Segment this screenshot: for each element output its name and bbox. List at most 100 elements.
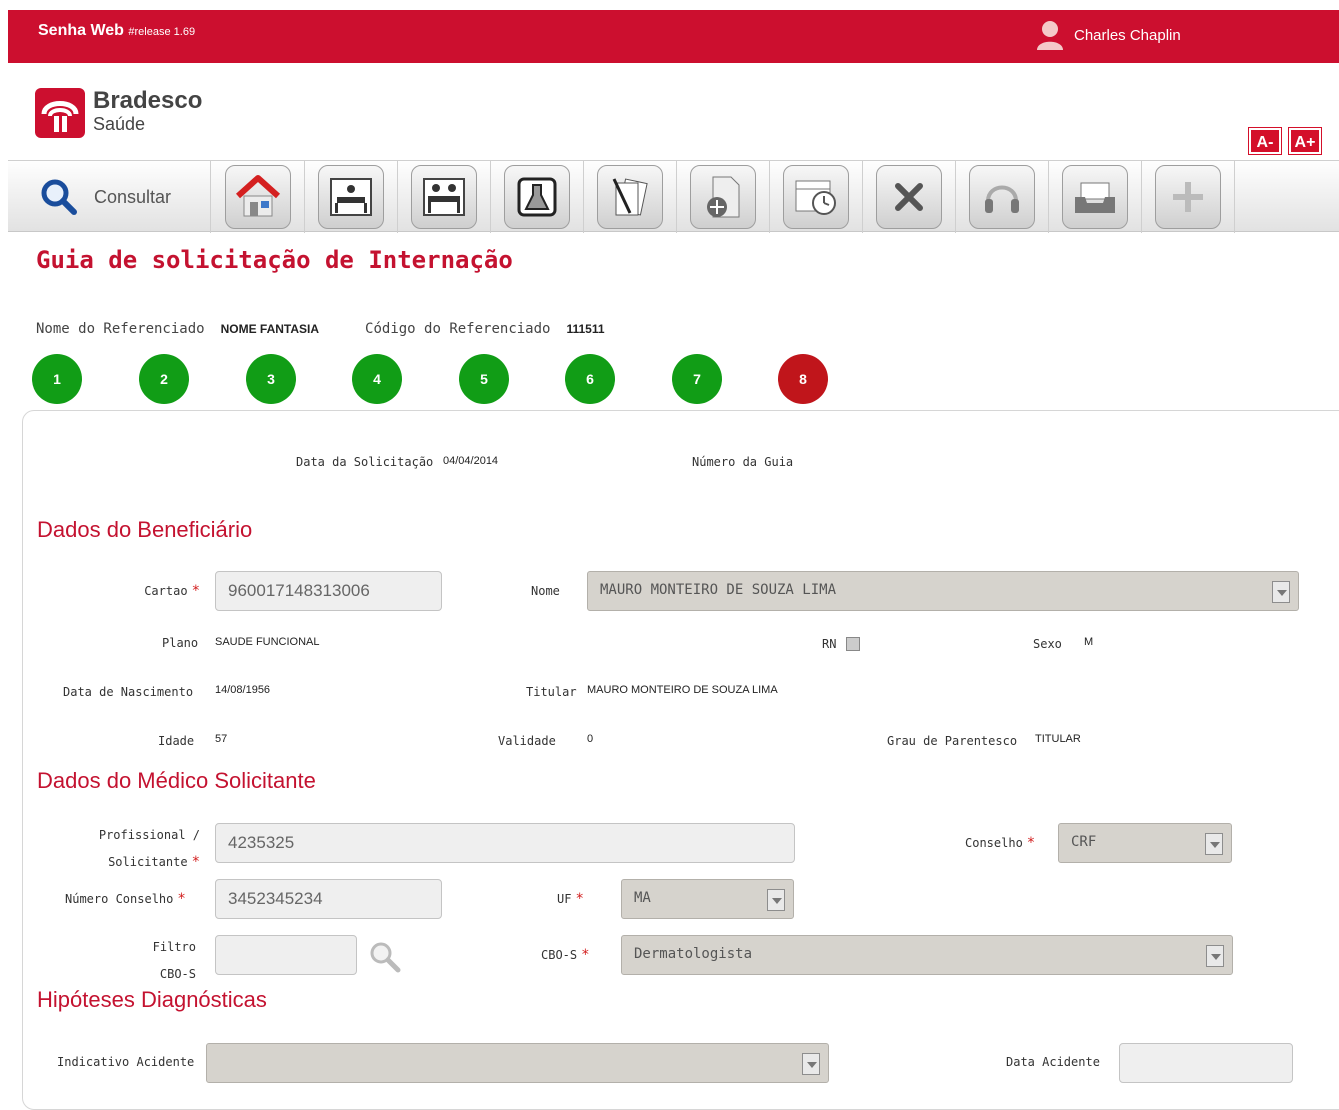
main-toolbar: Consultar <box>8 160 1339 233</box>
increase-font-button[interactable]: A+ <box>1289 128 1321 154</box>
step-5[interactable]: 5 <box>459 354 509 404</box>
consult-label: Consultar <box>94 186 172 207</box>
kinship-value: TITULAR <box>1035 733 1081 745</box>
font-size-controls: A- A+ <box>1249 128 1321 154</box>
chevron-down-icon[interactable] <box>1205 833 1223 855</box>
ref-name-value: NOME FANTASIA <box>220 322 320 336</box>
uf-label: UF * <box>557 891 584 907</box>
kinship-label: Grau de Parentesco <box>887 734 1018 748</box>
request-date-value: 04/04/2014 <box>443 455 499 467</box>
step-4[interactable]: 4 <box>352 354 402 404</box>
council-select[interactable]: CRF <box>1058 823 1232 863</box>
step-1[interactable]: 1 <box>32 354 82 404</box>
referenced-info: Nome do Referenciado NOME FANTASIA Códig… <box>36 321 605 337</box>
headset-icon <box>985 185 1019 213</box>
toolbar-lab-button[interactable] <box>491 161 584 233</box>
toolbar-documents-button[interactable] <box>584 161 677 233</box>
filter-cbos-label: Filtro CBO-S <box>152 940 196 981</box>
uf-select[interactable]: MA <box>621 879 794 919</box>
rn-checkbox[interactable] <box>846 637 860 651</box>
request-date-label: Data da Solicitação <box>296 455 434 469</box>
logo-line1: Bradesco <box>93 87 203 114</box>
step-2[interactable]: 2 <box>139 354 189 404</box>
plan-value: SAUDE FUNCIONAL <box>215 636 320 648</box>
plan-label: Plano <box>162 636 199 650</box>
toolbar-home-button[interactable] <box>212 161 305 233</box>
card-label: Cartao * <box>144 583 200 599</box>
sex-label: Sexo <box>1033 637 1062 651</box>
validity-label: Validade <box>498 734 556 748</box>
decrease-font-button[interactable]: A- <box>1249 128 1281 154</box>
toolbar-bed-button[interactable] <box>305 161 398 233</box>
consult-button[interactable]: Consultar <box>8 161 211 233</box>
name-label: Nome <box>531 584 560 598</box>
ref-code-value: 111511 <box>566 322 605 336</box>
guide-number-label: Número da Guia <box>692 455 794 469</box>
chevron-down-icon[interactable] <box>802 1053 820 1075</box>
filter-cbos-input[interactable] <box>215 935 357 975</box>
step-3[interactable]: 3 <box>246 354 296 404</box>
council-select-value: CRF <box>1071 834 1097 850</box>
diagnosis-section-title: Hipóteses Diagnósticas <box>37 987 267 1012</box>
user-menu[interactable]: Charles Chaplin <box>1036 20 1181 50</box>
calendar-clock-icon <box>795 180 836 215</box>
search-icon[interactable] <box>368 940 402 974</box>
council-label: Conselho * <box>965 835 1036 851</box>
documents-pen-icon <box>612 178 648 216</box>
app-name: Senha Web <box>38 22 124 39</box>
birth-date-label: Data de Nascimento <box>63 685 194 699</box>
document-add-icon <box>707 176 740 218</box>
top-bar: Senha Web #release 1.69 Charles Chaplin <box>8 10 1339 63</box>
toolbar-support-button[interactable] <box>956 161 1049 233</box>
accident-date-label: Data Acidente <box>1006 1055 1100 1069</box>
toolbar-schedule-button[interactable] <box>770 161 863 233</box>
chevron-down-icon[interactable] <box>767 889 785 911</box>
tray-icon <box>1075 182 1115 213</box>
toolbar-tray-button[interactable] <box>1049 161 1142 233</box>
step-6[interactable]: 6 <box>565 354 615 404</box>
accident-indicator-select[interactable] <box>206 1043 829 1083</box>
rn-label: RN <box>822 637 837 651</box>
cbos-label: CBO-S * <box>541 947 590 963</box>
toolbar-beds-button[interactable] <box>398 161 491 233</box>
plus-icon <box>1173 182 1203 212</box>
user-icon <box>1037 21 1063 50</box>
cbos-select[interactable]: Dermatologista <box>621 935 1233 975</box>
lab-flask-icon <box>517 177 557 217</box>
council-number-label: Número Conselho * <box>65 891 186 907</box>
toolbar-add-button[interactable] <box>1142 161 1235 233</box>
card-input[interactable]: 960017148313006 <box>215 571 442 611</box>
ref-code-label: Código do Referenciado <box>365 321 551 337</box>
beneficiary-section-title: Dados do Beneficiário <box>37 517 253 542</box>
logo-line2: Saúde <box>93 114 146 134</box>
hospital-bed-icon <box>330 178 372 216</box>
professional-label: Profissional / Solicitante * <box>98 828 200 870</box>
council-number-input[interactable]: 3452345234 <box>215 879 442 919</box>
step-8[interactable]: 8 <box>778 354 828 404</box>
holder-value: MAURO MONTEIRO DE SOUZA LIMA <box>587 684 778 696</box>
name-select[interactable]: MAURO MONTEIRO DE SOUZA LIMA <box>587 571 1299 611</box>
name-select-value: MAURO MONTEIRO DE SOUZA LIMA <box>600 582 837 598</box>
chevron-down-icon[interactable] <box>1206 945 1224 967</box>
uf-select-value: MA <box>634 890 651 906</box>
ref-name-label: Nome do Referenciado <box>36 321 205 337</box>
doctor-section-title: Dados do Médico Solicitante <box>37 768 316 793</box>
professional-input[interactable]: 4235325 <box>215 823 795 863</box>
toolbar-cancel-button[interactable] <box>863 161 956 233</box>
search-icon <box>41 179 77 215</box>
app-brand: Senha Web #release 1.69 <box>38 22 195 40</box>
toolbar-add-document-button[interactable] <box>677 161 770 233</box>
holder-label: Titular <box>526 685 577 699</box>
bradesco-tree-icon <box>35 88 85 138</box>
bradesco-saude-logo: Bradesco Saúde <box>35 88 202 138</box>
home-icon <box>235 175 281 217</box>
step-7[interactable]: 7 <box>672 354 722 404</box>
page-title: Guia de solicitação de Internação <box>36 246 513 274</box>
accident-indicator-label: Indicativo Acidente <box>57 1055 195 1069</box>
chevron-down-icon[interactable] <box>1272 581 1290 603</box>
close-x-icon <box>895 183 923 211</box>
accident-date-input[interactable] <box>1119 1043 1293 1083</box>
release-label: #release 1.69 <box>128 26 196 38</box>
validity-value: 0 <box>587 733 594 745</box>
age-label: Idade <box>158 734 195 748</box>
